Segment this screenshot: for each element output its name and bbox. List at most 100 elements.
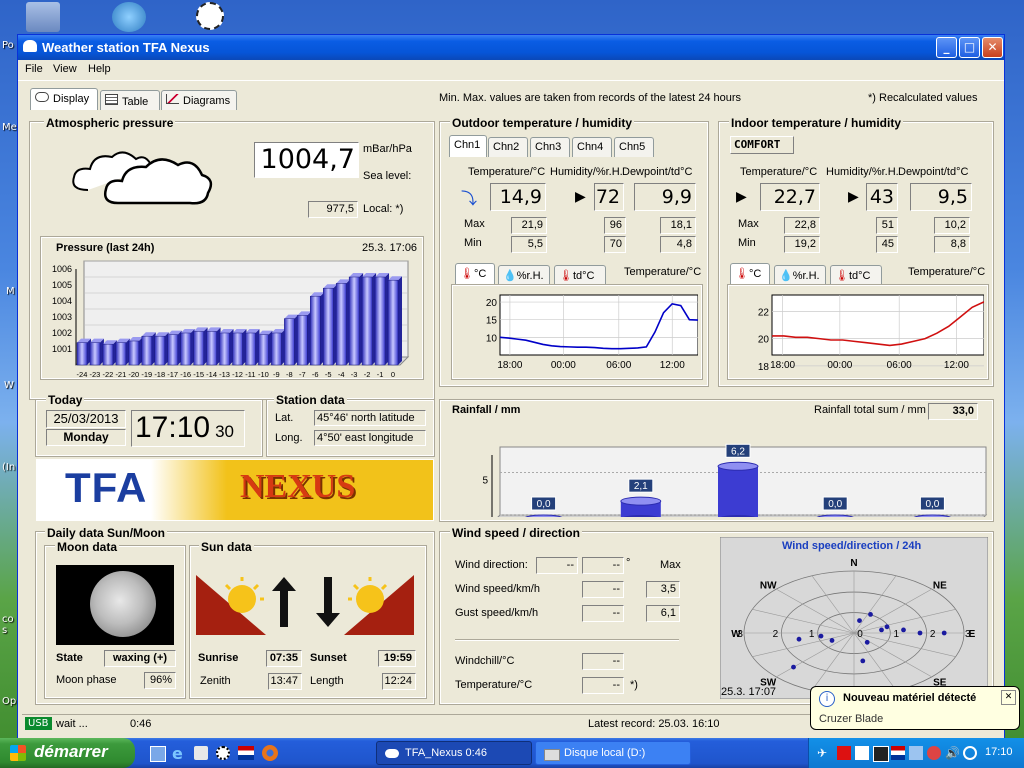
wind-ring-label: 2 (930, 629, 936, 640)
desktop-label-fragment[interactable]: Op (2, 696, 16, 707)
desktop-label-fragment[interactable]: (In (2, 462, 15, 473)
wind-data-point (796, 636, 802, 642)
desktop-computer-icon[interactable] (26, 2, 60, 32)
menu-help[interactable]: Help (88, 63, 111, 75)
wind-data-point (857, 618, 862, 623)
tab-chn5[interactable]: Chn5 (614, 137, 654, 157)
tray-search-icon[interactable] (963, 746, 977, 760)
taskbar-item-disque-local[interactable]: Disque local (D:) (535, 741, 691, 765)
tab-chn2[interactable]: Chn2 (488, 137, 528, 157)
start-button[interactable]: démarrer (0, 738, 135, 768)
quicklaunch-desktop-icon[interactable] (150, 746, 166, 762)
menu-bar: File View Help (18, 60, 1004, 81)
desktop-label-fragment[interactable]: Po (2, 40, 14, 51)
moon-disc-icon (90, 571, 156, 637)
close-button[interactable]: ✕ (982, 37, 1003, 58)
desktop-label-fragment[interactable]: co s (2, 614, 16, 636)
pressure-ytick-label: 1003 (52, 312, 72, 322)
indoor-chart-xtick-label: 06:00 (887, 360, 912, 371)
outdoor-dew: 9,9 (634, 183, 696, 211)
quicklaunch-sun-icon[interactable] (216, 746, 230, 760)
tab-table-label: Table (122, 96, 149, 108)
wind-data-point (917, 630, 923, 636)
system-tray: ✈ 🔊 17:10 (808, 738, 1024, 768)
indoor-max-temp: 22,8 (784, 217, 820, 234)
taskbar-clock[interactable]: 17:10 (985, 746, 1013, 758)
outdoor-tab-hum-label: %r.H. (516, 270, 544, 282)
notification-close-icon[interactable]: ✕ (1001, 690, 1016, 705)
rain-bar-top (717, 461, 759, 471)
pressure-xtick-label: -15 (193, 370, 204, 377)
pressure-xtick-label: -16 (180, 370, 191, 377)
tray-app-icon[interactable] (873, 746, 889, 762)
indoor-tab-hum[interactable]: 💧%r.H. (774, 265, 826, 285)
tray-usb-icon[interactable]: ✈ (817, 746, 831, 760)
tab-chn1[interactable]: Chn1 (449, 135, 487, 157)
maximize-button[interactable]: □ (959, 37, 980, 58)
outdoor-head-hum: Humidity/%r.H. (550, 166, 623, 178)
wind-data-point (901, 627, 906, 633)
sun-up-arrow-icon (272, 577, 296, 627)
tray-display-icon[interactable] (909, 746, 923, 760)
lat-label: Lat. (275, 412, 294, 424)
desktop-label-fragment[interactable]: M (6, 286, 15, 297)
length-value: 12:24 (382, 673, 416, 690)
pressure-bar (180, 332, 191, 366)
tab-chn3[interactable]: Chn3 (530, 137, 570, 157)
indoor-max-hum: 51 (876, 217, 898, 234)
tray-antivirus-icon[interactable] (837, 746, 851, 760)
tab-diagrams[interactable]: Diagrams (161, 90, 237, 110)
trend-steady-arrow-icon: ▶ (848, 189, 859, 205)
start-label: démarrer (34, 742, 108, 761)
indoor-tab-temp[interactable]: 🌡°C (730, 263, 770, 285)
taskbar-item-disque-label: Disque local (D:) (564, 747, 646, 759)
indoor-chart-ytick-label: 22 (758, 307, 770, 318)
sun-title: Sun data (199, 540, 254, 554)
outdoor-temp-line-chart: 20 15 10 18:00 00:00 06:00 12:00 (486, 294, 698, 371)
tray-volume-icon[interactable]: 🔊 (945, 746, 960, 760)
desktop-network-icon[interactable] (112, 2, 146, 32)
minimize-button[interactable]: _ (936, 37, 957, 58)
menu-view[interactable]: View (53, 63, 77, 75)
desktop-sun-icon[interactable] (196, 2, 224, 30)
outdoor-tab-dew[interactable]: 🌡td°C (554, 265, 606, 285)
outdoor-chart-xtick-label: 12:00 (660, 360, 685, 371)
desktop-label-fragment[interactable]: W (4, 380, 14, 391)
desktop-label-fragment[interactable]: Me (2, 122, 17, 133)
taskbar-item-tfa-nexus[interactable]: TFA_Nexus 0:46 (376, 741, 532, 765)
quicklaunch-firefox-icon[interactable] (262, 745, 278, 761)
tab-display[interactable]: Display (30, 88, 98, 110)
tab-chn4[interactable]: Chn4 (572, 137, 612, 157)
tab-table[interactable]: Table (100, 90, 160, 110)
notification-body: Cruzer Blade (819, 713, 884, 725)
pressure-bar (310, 295, 321, 366)
outdoor-head-temp: Temperature/°C (468, 166, 546, 178)
outdoor-hum: 72 (594, 183, 624, 211)
indoor-min-temp: 19,2 (784, 236, 820, 253)
tray-settings-icon[interactable] (927, 746, 941, 760)
outdoor-tab-temp[interactable]: 🌡°C (455, 263, 495, 285)
sunrise-value: 07:35 (266, 650, 302, 667)
pressure-bar (245, 332, 256, 366)
notification-balloon[interactable]: i Nouveau matériel détecté ✕ Cruzer Blad… (810, 686, 1020, 730)
moon-state-label: State (56, 652, 83, 664)
pressure-bar (154, 335, 165, 366)
rain-ytick-label: 5 (482, 476, 488, 487)
quicklaunch-ie-icon[interactable]: e (172, 744, 183, 763)
wind-compass-label: NW (760, 581, 777, 592)
display-icon (35, 92, 49, 102)
quicklaunch-flag-icon[interactable] (238, 746, 254, 760)
indoor-tab-dew[interactable]: 🌡td°C (830, 265, 882, 285)
menu-file[interactable]: File (25, 63, 43, 75)
indoor-temp: 22,7 (760, 183, 820, 211)
station-title: Station data (274, 393, 347, 407)
tray-flag-icon[interactable] (891, 746, 905, 760)
outdoor-tab-hum[interactable]: 💧%r.H. (498, 265, 550, 285)
tray-network-icon[interactable] (855, 746, 869, 760)
outdoor-chart-ytick-label: 15 (486, 316, 498, 327)
outdoor-min-hum: 70 (604, 236, 626, 253)
pressure-xtick-label: -5 (325, 370, 332, 377)
quicklaunch-app-icon[interactable] (194, 746, 208, 760)
title-bar[interactable]: Weather station TFA Nexus _ □ ✕ (18, 35, 1004, 60)
moon-phase-label: Moon phase (56, 674, 117, 686)
